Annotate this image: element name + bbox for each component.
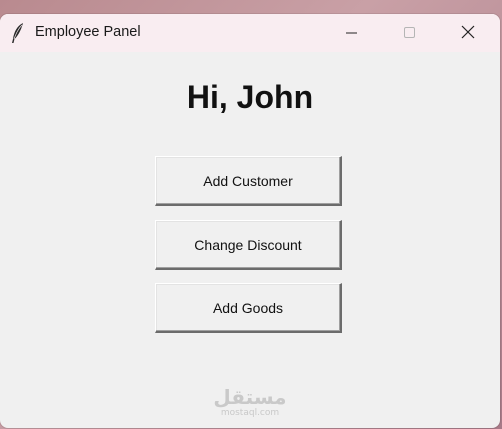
employee-panel-window: Employee Panel Hi, John Add Customer Cha… bbox=[0, 14, 500, 428]
window-title: Employee Panel bbox=[35, 24, 141, 40]
maximize-button[interactable] bbox=[381, 14, 439, 52]
add-goods-button[interactable]: Add Goods bbox=[155, 283, 342, 333]
add-customer-button[interactable]: Add Customer bbox=[155, 156, 342, 206]
watermark-site: mostaql.com bbox=[220, 408, 280, 418]
greeting-heading: Hi, John bbox=[186, 79, 314, 115]
watermark: مستقل mostaql.com bbox=[0, 386, 500, 418]
feather-icon bbox=[11, 22, 25, 44]
close-button[interactable] bbox=[439, 14, 497, 52]
close-icon bbox=[461, 24, 475, 43]
watermark-logo: مستقل bbox=[213, 385, 287, 409]
change-discount-button[interactable]: Change Discount bbox=[155, 220, 342, 270]
minimize-icon bbox=[346, 24, 358, 43]
maximize-icon bbox=[404, 24, 416, 43]
minimize-button[interactable] bbox=[323, 14, 381, 52]
title-bar[interactable]: Employee Panel bbox=[0, 14, 500, 52]
